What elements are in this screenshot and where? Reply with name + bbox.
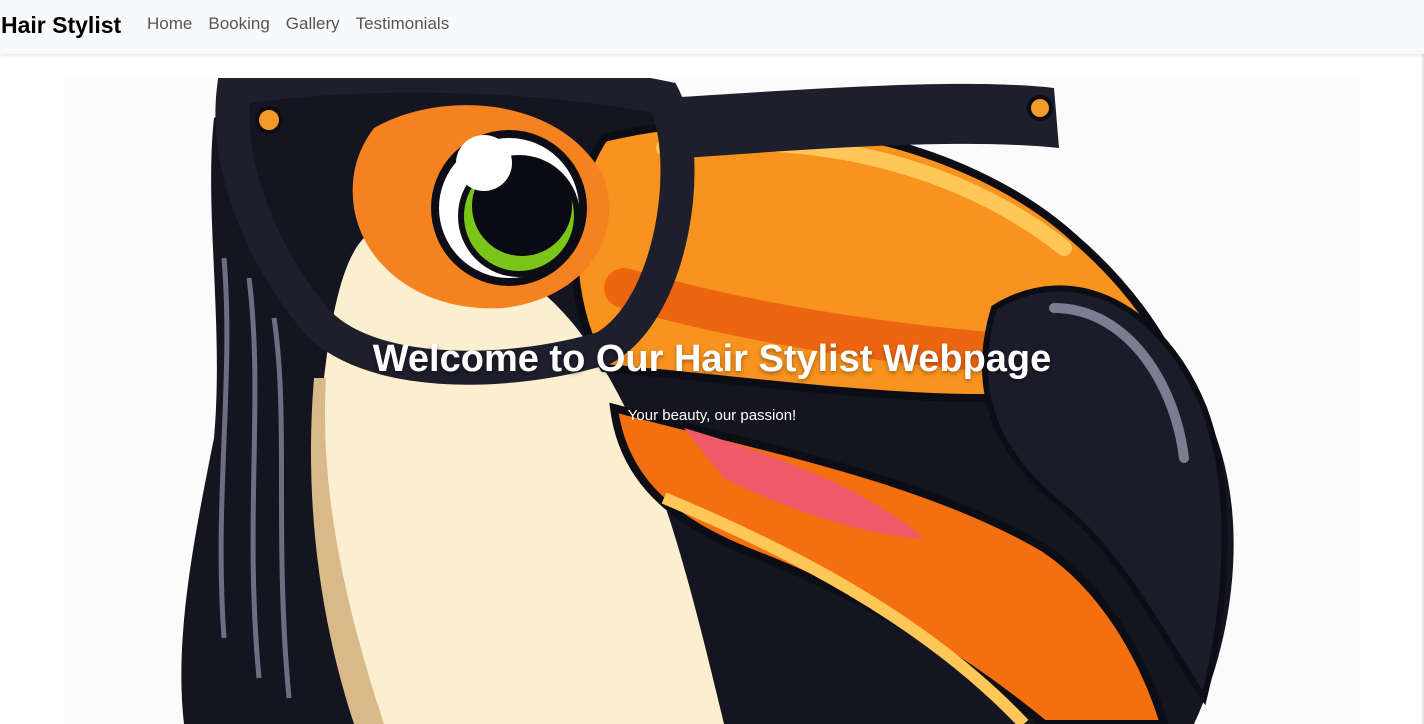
- toucan-eye-shine: [456, 135, 512, 191]
- nav-links: Home Booking Gallery Testimonials: [147, 12, 449, 36]
- nav-link-home[interactable]: Home: [147, 12, 192, 36]
- hero-section: Welcome to Our Hair Stylist Webpage Your…: [64, 78, 1360, 724]
- nav-link-booking[interactable]: Booking: [208, 12, 269, 36]
- toucan-illustration: [181, 78, 1234, 724]
- nav-link-gallery[interactable]: Gallery: [286, 12, 340, 36]
- hero-subtitle: Your beauty, our passion!: [627, 407, 797, 424]
- hero-title: Welcome to Our Hair Stylist Webpage: [372, 338, 1052, 381]
- brand-logo-link[interactable]: Hair Stylist: [1, 10, 121, 40]
- glasses-rivet-left: [255, 106, 283, 134]
- nav-link-testimonials[interactable]: Testimonials: [356, 12, 450, 36]
- glasses-rivet-right: [1027, 95, 1053, 121]
- navbar: Hair Stylist Home Booking Gallery Testim…: [0, 0, 1424, 54]
